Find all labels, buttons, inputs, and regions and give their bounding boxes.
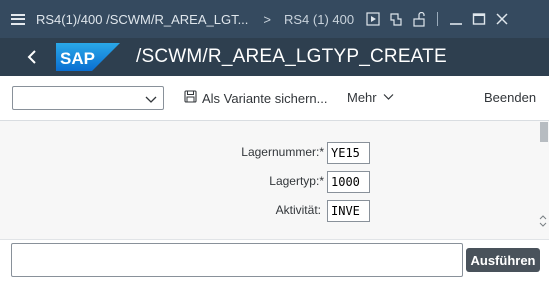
sap-logo: SAP — [56, 43, 120, 71]
window-title: RS4(1)/400 /SCWM/R_AREA_LGT... — [36, 11, 249, 27]
field-row-storage-type: Lagertyp:* 1000 — [0, 171, 370, 193]
hamburger-menu-button[interactable] — [0, 0, 36, 38]
title-separator: > — [263, 11, 271, 27]
chevron-down-icon — [145, 92, 157, 110]
command-field[interactable] — [11, 243, 463, 277]
field-row-activity: Aktivität: INVE — [0, 200, 370, 222]
warehouse-number-input[interactable]: YE15 — [327, 142, 370, 164]
multi-window-icon[interactable] — [389, 12, 403, 27]
field-row-warehouse-number: Lagernummer:* YE15 — [0, 142, 370, 164]
required-marker: * — [319, 145, 324, 159]
unlock-icon[interactable] — [412, 11, 426, 27]
save-as-variant-button[interactable]: Als Variante sichern... — [184, 90, 327, 106]
app-header: SAP /SCWM/R_AREA_LGTYP_CREATE — [0, 38, 549, 76]
save-icon — [184, 90, 202, 106]
titlebar-divider — [437, 12, 439, 26]
more-label: Mehr — [347, 90, 377, 105]
storage-type-label-text: Lagertyp: — [269, 174, 320, 188]
storage-type-label: Lagertyp:* — [269, 174, 324, 188]
execute-button[interactable]: Ausführen — [466, 248, 540, 272]
window-controls — [366, 11, 509, 27]
play-icon[interactable] — [366, 12, 380, 26]
activity-label: Aktivität: — [276, 203, 321, 217]
variant-dropdown[interactable] — [12, 86, 164, 110]
warehouse-number-label-text: Lagernummer: — [241, 145, 320, 159]
selection-screen: Lagernummer:* YE15 Lagertyp:* 1000 Aktiv… — [0, 121, 549, 239]
window-titlebar: RS4(1)/400 /SCWM/R_AREA_LGT... > RS4 (1)… — [0, 0, 549, 38]
footer-bar: Ausführen — [0, 239, 549, 283]
vertical-scrollbar[interactable] — [538, 121, 549, 239]
toolbar: Als Variante sichern... Mehr Beenden — [0, 76, 549, 121]
system-info: RS4 (1) 400 — [284, 11, 355, 27]
page-title: /SCWM/R_AREA_LGTYP_CREATE — [136, 46, 447, 67]
storage-type-input[interactable]: 1000 — [327, 171, 370, 193]
scrollbar-thumb[interactable] — [540, 122, 548, 142]
back-icon[interactable] — [26, 49, 48, 65]
more-menu-button[interactable]: Mehr — [347, 90, 394, 105]
minimize-icon[interactable] — [449, 12, 463, 26]
sap-logo-text: SAP — [60, 49, 95, 68]
activity-label-text: Aktivität: — [275, 203, 321, 217]
required-marker: * — [319, 174, 324, 188]
scroll-arrows-icon[interactable] — [539, 213, 547, 230]
maximize-icon[interactable] — [472, 12, 486, 26]
chevron-down-icon — [377, 90, 394, 105]
quit-button[interactable]: Beenden — [484, 90, 536, 105]
close-icon[interactable] — [495, 12, 509, 26]
save-as-variant-label: Als Variante sichern... — [202, 90, 328, 106]
activity-input[interactable]: INVE — [327, 200, 370, 222]
warehouse-number-label: Lagernummer:* — [241, 145, 324, 159]
hamburger-icon — [11, 13, 25, 25]
